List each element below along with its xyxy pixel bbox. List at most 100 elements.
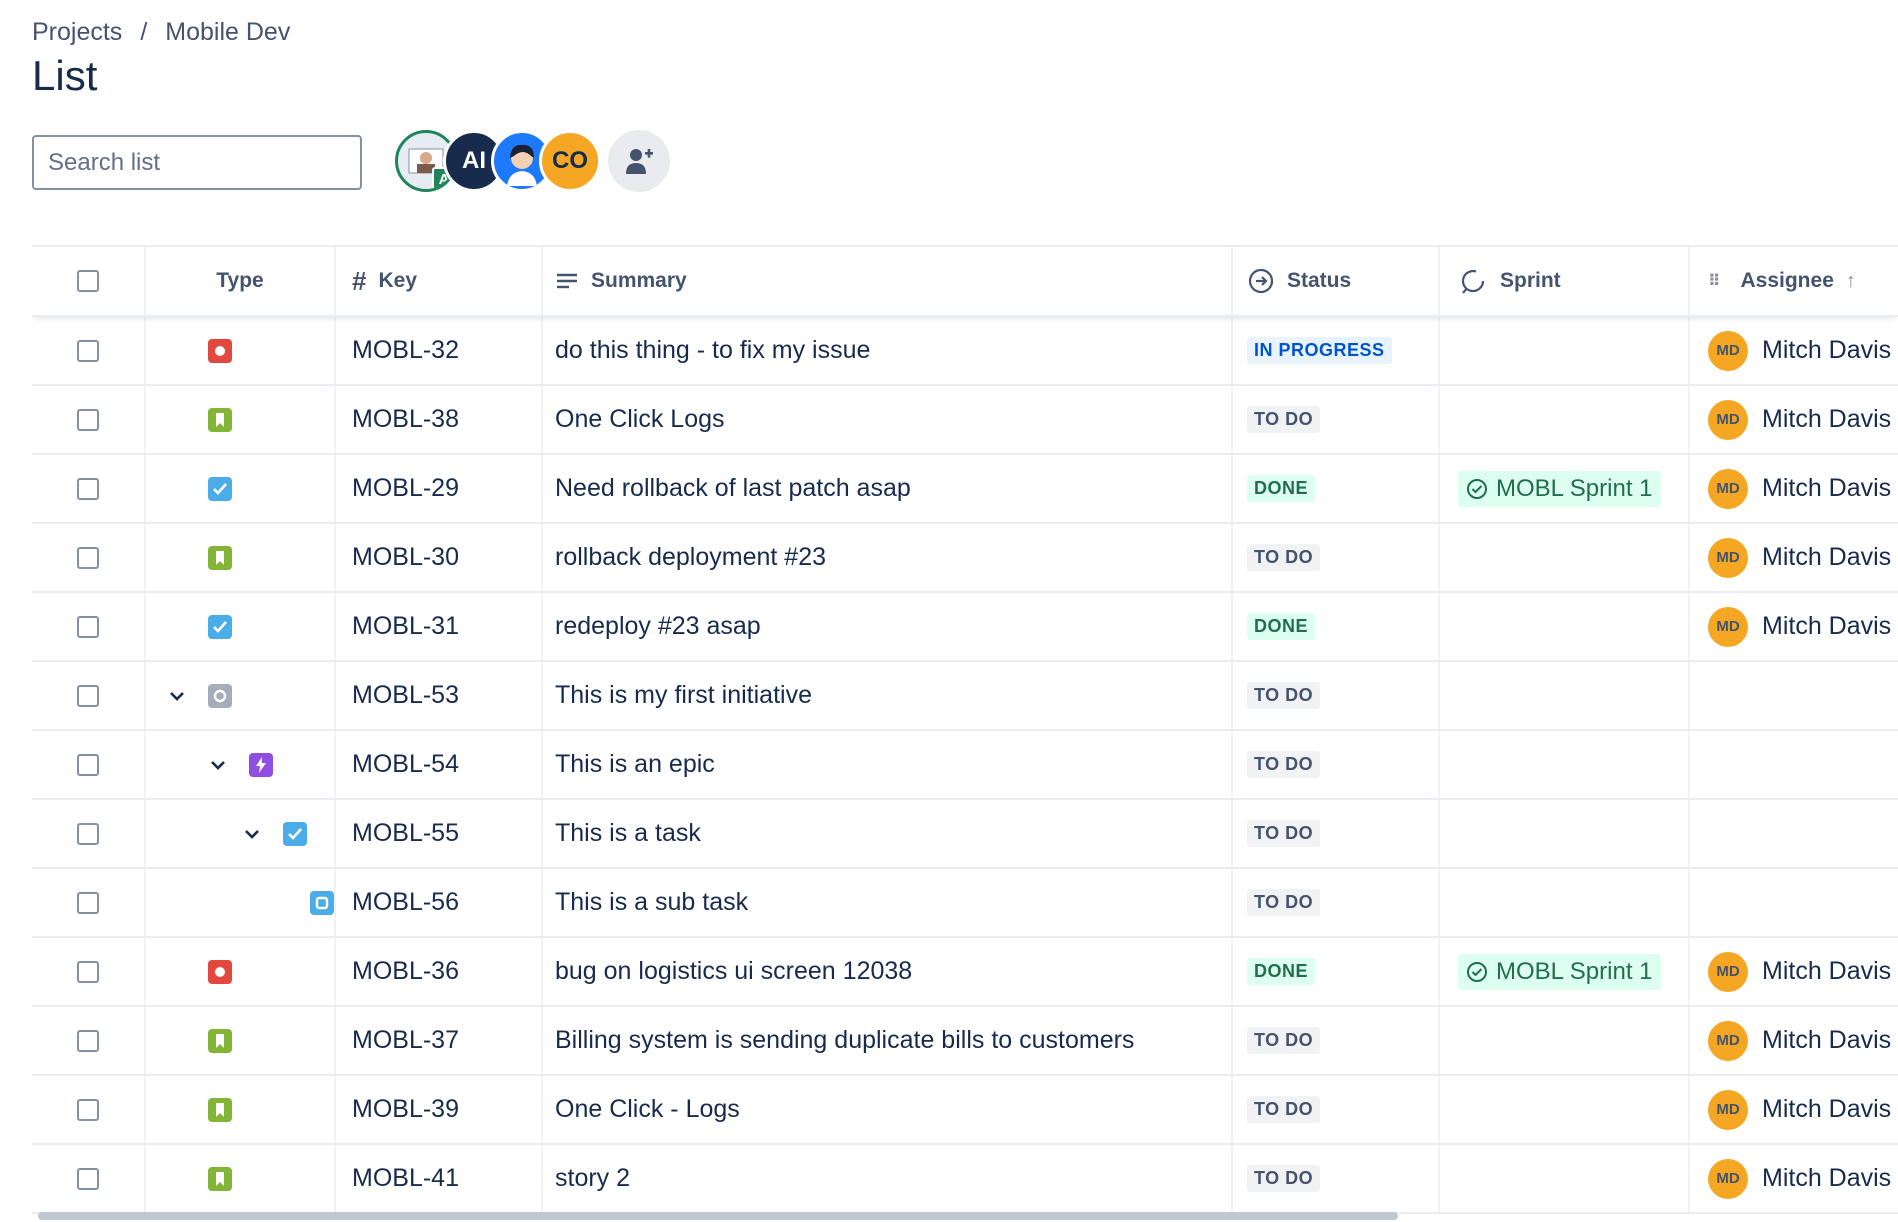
issue-summary[interactable]: story 2 xyxy=(543,1145,1233,1212)
assignee-cell[interactable]: MD Mitch Davis xyxy=(1690,1076,1898,1143)
row-checkbox[interactable] xyxy=(77,615,99,638)
issue-key[interactable]: MOBL-31 xyxy=(336,593,543,660)
table-row[interactable]: MOBL-37 Billing system is sending duplica… xyxy=(32,1007,1898,1076)
sprint-cell xyxy=(1440,731,1690,798)
issue-summary[interactable]: bug on logistics ui screen 12038 xyxy=(543,938,1233,1005)
assignee-cell[interactable] xyxy=(1690,800,1898,867)
table-row[interactable]: MOBL-30 rollback deployment #23 TO DO MD Mit… xyxy=(32,524,1898,593)
status-lozenge[interactable]: DONE xyxy=(1247,475,1316,502)
breadcrumb-projects[interactable]: Projects xyxy=(32,18,122,47)
sort-ascending-icon[interactable]: ↑ xyxy=(1846,270,1856,293)
chevron-down-icon[interactable] xyxy=(166,685,188,707)
issue-key[interactable]: MOBL-37 xyxy=(336,1007,543,1074)
issue-summary[interactable]: redeploy #23 asap xyxy=(543,593,1233,660)
issue-key[interactable]: MOBL-30 xyxy=(336,524,543,591)
table-row[interactable]: MOBL-41 story 2 TO DO MD Mitch Davis xyxy=(32,1145,1898,1214)
table-row[interactable]: MOBL-54 This is an epic TO DO xyxy=(32,731,1898,800)
issue-key[interactable]: MOBL-41 xyxy=(336,1145,543,1212)
header-status[interactable]: Status xyxy=(1233,247,1440,315)
assignee-cell[interactable] xyxy=(1690,662,1898,729)
issue-key[interactable]: MOBL-38 xyxy=(336,386,543,453)
issue-key[interactable]: MOBL-32 xyxy=(336,317,543,384)
header-summary[interactable]: Summary xyxy=(543,247,1233,315)
row-checkbox[interactable] xyxy=(77,339,99,362)
table-row[interactable]: MOBL-55 This is a task TO DO xyxy=(32,800,1898,869)
row-checkbox[interactable] xyxy=(77,753,99,776)
horizontal-scrollbar[interactable] xyxy=(38,1212,1398,1220)
row-checkbox[interactable] xyxy=(77,1029,99,1052)
table-row[interactable]: MOBL-29 Need rollback of last patch asap D… xyxy=(32,455,1898,524)
status-lozenge[interactable]: DONE xyxy=(1247,613,1316,640)
issue-summary[interactable]: This is a sub task xyxy=(543,869,1233,936)
row-checkbox[interactable] xyxy=(77,546,99,569)
table-row[interactable]: MOBL-36 bug on logistics ui screen 12038 D… xyxy=(32,938,1898,1007)
search-input[interactable] xyxy=(46,147,360,178)
status-lozenge[interactable]: TO DO xyxy=(1247,1096,1321,1123)
status-lozenge[interactable]: IN PROGRESS xyxy=(1247,337,1392,364)
sprint-cell xyxy=(1440,386,1690,453)
assignee-cell[interactable] xyxy=(1690,731,1898,798)
issue-summary[interactable]: This is a task xyxy=(543,800,1233,867)
breadcrumb-mobile-dev[interactable]: Mobile Dev xyxy=(165,18,290,47)
row-checkbox[interactable] xyxy=(77,891,99,914)
row-checkbox[interactable] xyxy=(77,684,99,707)
header-type[interactable]: Type xyxy=(146,247,336,315)
issue-summary[interactable]: Billing system is sending duplicate bill… xyxy=(543,1007,1233,1074)
row-checkbox[interactable] xyxy=(77,477,99,500)
table-row[interactable]: MOBL-31 redeploy #23 asap DONE MD Mitch Davi… xyxy=(32,593,1898,662)
status-lozenge[interactable]: TO DO xyxy=(1247,889,1321,916)
status-lozenge[interactable]: TO DO xyxy=(1247,1165,1321,1192)
select-all-checkbox[interactable] xyxy=(77,270,99,292)
header-sprint[interactable]: Sprint xyxy=(1440,247,1690,315)
issue-summary[interactable]: This is an epic xyxy=(543,731,1233,798)
table-row[interactable]: MOBL-56 This is a sub task TO DO xyxy=(32,869,1898,938)
status-lozenge[interactable]: TO DO xyxy=(1247,544,1321,571)
table-row[interactable]: MOBL-53 This is my first initiative TO DO xyxy=(32,662,1898,731)
status-lozenge[interactable]: TO DO xyxy=(1247,751,1321,778)
issue-summary[interactable]: do this thing - to fix my issue xyxy=(543,317,1233,384)
assignee-cell[interactable]: MD Mitch Davis xyxy=(1690,524,1898,591)
issue-summary[interactable]: One Click - Logs xyxy=(543,1076,1233,1143)
drag-handle-icon[interactable]: ⠿ xyxy=(1708,271,1721,291)
assignee-cell[interactable]: MD Mitch Davis xyxy=(1690,1145,1898,1212)
table-row[interactable]: MOBL-32 do this thing - to fix my issue IN… xyxy=(32,317,1898,386)
issue-key[interactable]: MOBL-39 xyxy=(336,1076,543,1143)
issue-key[interactable]: MOBL-36 xyxy=(336,938,543,1005)
row-checkbox[interactable] xyxy=(77,1098,99,1121)
row-checkbox[interactable] xyxy=(77,408,99,431)
issue-summary[interactable]: Need rollback of last patch asap xyxy=(543,455,1233,522)
chevron-down-icon[interactable] xyxy=(207,754,229,776)
issue-key[interactable]: MOBL-54 xyxy=(336,731,543,798)
row-checkbox[interactable] xyxy=(77,822,99,845)
assignee-cell[interactable]: MD Mitch Davis xyxy=(1690,455,1898,522)
assignee-cell[interactable]: MD Mitch Davis xyxy=(1690,317,1898,384)
issue-summary[interactable]: One Click Logs xyxy=(543,386,1233,453)
table-row[interactable]: MOBL-39 One Click - Logs TO DO MD Mitch Davi… xyxy=(32,1076,1898,1145)
chevron-down-icon[interactable] xyxy=(241,823,263,845)
assignee-cell[interactable]: MD Mitch Davis xyxy=(1690,593,1898,660)
sprint-tag[interactable]: MOBL Sprint 1 xyxy=(1458,470,1661,507)
add-people-button[interactable] xyxy=(608,130,670,192)
assignee-cell[interactable]: MD Mitch Davis xyxy=(1690,386,1898,453)
issue-key[interactable]: MOBL-55 xyxy=(336,800,543,867)
assignee-cell[interactable]: MD Mitch Davis xyxy=(1690,938,1898,1005)
issue-summary[interactable]: rollback deployment #23 xyxy=(543,524,1233,591)
row-checkbox[interactable] xyxy=(77,1167,99,1190)
issue-key[interactable]: MOBL-56 xyxy=(336,869,543,936)
header-assignee[interactable]: ⠿ Assignee ↑ xyxy=(1690,247,1898,315)
issue-summary[interactable]: This is my first initiative xyxy=(543,662,1233,729)
status-lozenge[interactable]: TO DO xyxy=(1247,1027,1321,1054)
issue-key[interactable]: MOBL-53 xyxy=(336,662,543,729)
status-lozenge[interactable]: TO DO xyxy=(1247,820,1321,847)
assignee-cell[interactable]: MD Mitch Davis xyxy=(1690,1007,1898,1074)
issue-key[interactable]: MOBL-29 xyxy=(336,455,543,522)
sprint-tag[interactable]: MOBL Sprint 1 xyxy=(1458,953,1661,990)
status-lozenge[interactable]: DONE xyxy=(1247,958,1316,985)
header-key[interactable]: # Key xyxy=(336,247,543,315)
row-checkbox[interactable] xyxy=(77,960,99,983)
table-row[interactable]: MOBL-38 One Click Logs TO DO MD Mitch Davis xyxy=(32,386,1898,455)
avatar-co[interactable]: CO xyxy=(539,130,601,192)
status-lozenge[interactable]: TO DO xyxy=(1247,682,1321,709)
assignee-cell[interactable] xyxy=(1690,869,1898,936)
status-lozenge[interactable]: TO DO xyxy=(1247,406,1321,433)
